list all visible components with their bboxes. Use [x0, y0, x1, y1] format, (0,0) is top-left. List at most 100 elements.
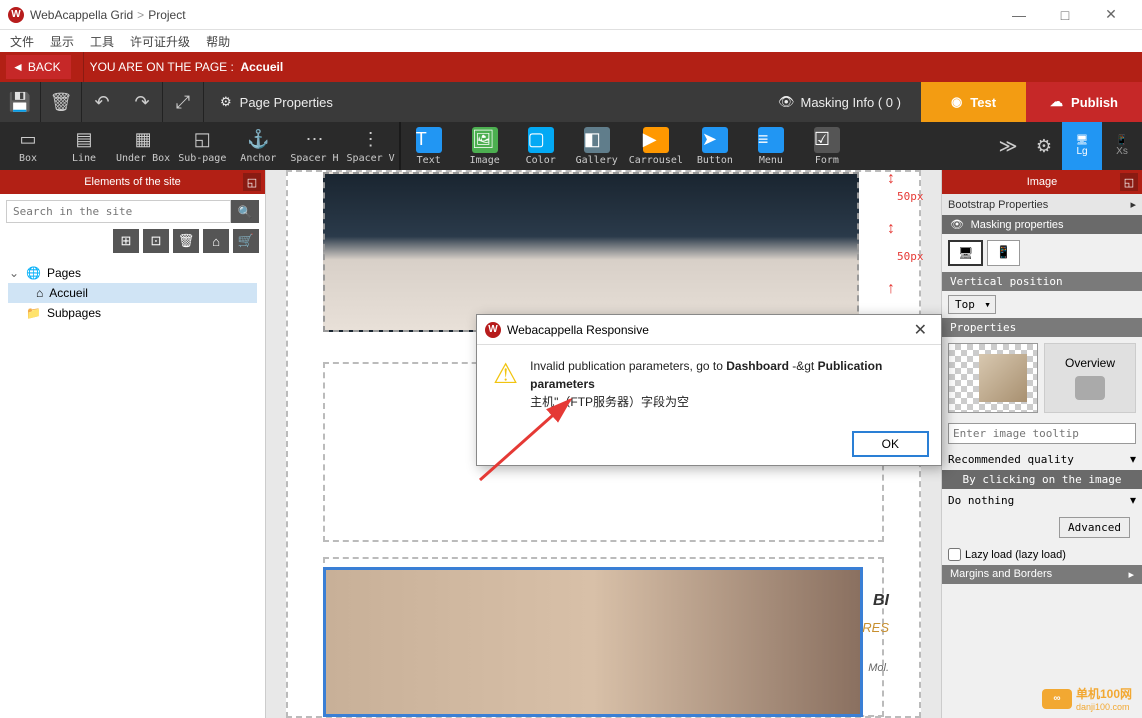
dialog-body: ⚠ Invalid publication parameters, go to … — [477, 345, 941, 423]
subpage-icon: ◱ — [194, 129, 211, 151]
menu-license[interactable]: 许可证升级 — [130, 33, 190, 50]
watermark-logo: ∞ — [1042, 689, 1072, 709]
tool-anchor[interactable]: ⚓Anchor — [230, 122, 286, 170]
canvas-text-body[interactable]: Mol. — [868, 662, 889, 674]
delete-button[interactable]: 🗑 — [41, 82, 81, 122]
align-icon[interactable]: ≫ — [990, 122, 1026, 170]
device-mobile[interactable]: 📱 — [987, 240, 1020, 266]
dialog-close-button[interactable]: ✕ — [908, 320, 933, 340]
left-panel: Elements of the site◱ 🔍 ⊞ ⊡ 🗑 ⌂ 🛒 ⌄🌐Page… — [0, 170, 266, 718]
right-panel-header: Image◱ — [942, 170, 1142, 194]
tool-form[interactable]: ☑Form — [799, 122, 855, 170]
menubar: 文件 显示 工具 许可证升级 帮助 — [0, 30, 1142, 52]
tool-subpage[interactable]: ◱Sub-page — [174, 122, 230, 170]
tool-gallery[interactable]: ◧Gallery — [569, 122, 625, 170]
search-button[interactable]: 🔍 — [231, 200, 259, 223]
popout-icon[interactable]: ◱ — [243, 173, 261, 191]
maximize-button[interactable]: □ — [1042, 0, 1088, 30]
page-info: YOU ARE ON THE PAGE : Accueil — [90, 60, 284, 74]
popout-icon[interactable]: ◱ — [1120, 173, 1138, 191]
gear-icon: ⚙ — [220, 94, 232, 110]
line-icon: ▤ — [75, 129, 92, 151]
tool-line[interactable]: ▤Line — [56, 122, 112, 170]
masking-section[interactable]: 👁 Masking properties — [942, 215, 1142, 234]
tree-subpages[interactable]: 📁Subpages — [8, 303, 257, 323]
test-button[interactable]: ◉Test — [921, 82, 1026, 122]
click-action-select[interactable]: Do nothing — [948, 494, 1014, 507]
dialog-titlebar: W Webacappella Responsive ✕ — [477, 315, 941, 345]
overview-box[interactable]: Overview — [1044, 343, 1136, 413]
menu-file[interactable]: 文件 — [10, 33, 34, 50]
viewport-lg[interactable]: 🖥Lg — [1062, 122, 1102, 170]
home-icon: ⌂ — [36, 286, 43, 300]
page-properties-button[interactable]: ⚙Page Properties — [204, 94, 349, 110]
dialog-title-text: Webacappella Responsive — [507, 323, 649, 337]
page-bar: ◄BACK YOU ARE ON THE PAGE : Accueil — [0, 52, 1142, 82]
delete-icon[interactable]: 🗑 — [173, 229, 199, 253]
camera-icon — [1075, 376, 1105, 400]
separator — [83, 52, 84, 82]
ruler-arrow-icon: ↑ — [887, 280, 895, 298]
chevron-down-icon[interactable]: ▾ — [1130, 452, 1136, 466]
canvas-image-1[interactable] — [323, 172, 859, 332]
menu-icon: ≡ — [758, 127, 784, 153]
tool-text[interactable]: TText — [401, 122, 457, 170]
tool-underbox[interactable]: ▦Under Box — [112, 122, 174, 170]
add-folder-icon[interactable]: ⊡ — [143, 229, 169, 253]
redo-button[interactable]: ↷ — [122, 82, 162, 122]
tooltip-input[interactable] — [948, 423, 1136, 444]
undo-button[interactable]: ↶ — [82, 82, 122, 122]
search-input[interactable] — [6, 200, 231, 223]
cart-icon[interactable]: 🛒 — [233, 229, 259, 253]
canvas-image-selected[interactable] — [323, 567, 863, 717]
image-thumbnail[interactable] — [948, 343, 1038, 413]
tool-image[interactable]: 🖼Image — [457, 122, 513, 170]
vpos-select[interactable]: Top — [948, 295, 996, 314]
cloud-icon: ☁ — [1050, 94, 1063, 110]
tool-spacer-h[interactable]: ⋯Spacer H — [286, 122, 342, 170]
back-button[interactable]: ◄BACK — [6, 55, 71, 79]
app-title: WebAcappella Grid>Project — [30, 8, 186, 22]
box-icon: ▭ — [19, 129, 36, 151]
lazy-load-check[interactable]: Lazy load (lazy load) — [942, 544, 1142, 565]
home-icon[interactable]: ⌂ — [203, 229, 229, 253]
tree-toolbar: ⊞ ⊡ 🗑 ⌂ 🛒 — [0, 229, 265, 259]
chevron-down-icon[interactable]: ▾ — [1130, 493, 1136, 507]
device-desktop[interactable]: 🖥 — [948, 240, 983, 266]
form-icon: ☑ — [814, 127, 840, 153]
watermark-url: danji100.com — [1076, 702, 1132, 712]
tree-pages[interactable]: ⌄🌐Pages — [8, 263, 257, 283]
settings-icon[interactable]: ⚙ — [1026, 122, 1062, 170]
canvas-text-heading[interactable]: BI — [873, 592, 889, 610]
viewport-xs[interactable]: 📱Xs — [1102, 122, 1142, 170]
tool-color[interactable]: ▢Color — [513, 122, 569, 170]
tool-button[interactable]: ➤Button — [687, 122, 743, 170]
folder-icon: 📁 — [26, 306, 41, 320]
save-button[interactable]: 💾 — [0, 82, 40, 122]
left-panel-header: Elements of the site◱ — [0, 170, 265, 194]
close-button[interactable]: ✕ — [1088, 0, 1134, 30]
menu-tools[interactable]: 工具 — [90, 33, 114, 50]
ok-button[interactable]: OK — [852, 431, 929, 457]
tool-menu[interactable]: ≡Menu — [743, 122, 799, 170]
menu-help[interactable]: 帮助 — [206, 33, 230, 50]
phone-icon: 📱 — [1116, 135, 1128, 146]
expand-icon[interactable]: ⌄ — [8, 266, 20, 280]
breadcrumb-separator: > — [137, 8, 144, 22]
advanced-button[interactable]: Advanced — [1059, 517, 1130, 538]
menu-display[interactable]: 显示 — [50, 33, 74, 50]
tool-carrousel[interactable]: ▶Carrousel — [625, 122, 687, 170]
masking-info[interactable]: 👁Masking Info ( 0 ) — [758, 82, 921, 122]
margins-section[interactable]: Margins and Borders▸ — [942, 565, 1142, 584]
collapse-button[interactable]: ⤢ — [163, 82, 203, 122]
tool-box[interactable]: ▭Box — [0, 122, 56, 170]
lazy-checkbox[interactable] — [948, 548, 961, 561]
tool-spacer-v[interactable]: ⋮Spacer V — [343, 122, 399, 170]
canvas-text-sub[interactable]: RES — [862, 620, 889, 635]
bootstrap-properties-row[interactable]: Bootstrap Properties▸ — [942, 194, 1142, 215]
publish-button[interactable]: ☁Publish — [1026, 82, 1142, 122]
app-logo: W — [8, 7, 24, 23]
tree-accueil[interactable]: ⌂Accueil — [8, 283, 257, 303]
add-page-icon[interactable]: ⊞ — [113, 229, 139, 253]
minimize-button[interactable]: — — [996, 0, 1042, 30]
